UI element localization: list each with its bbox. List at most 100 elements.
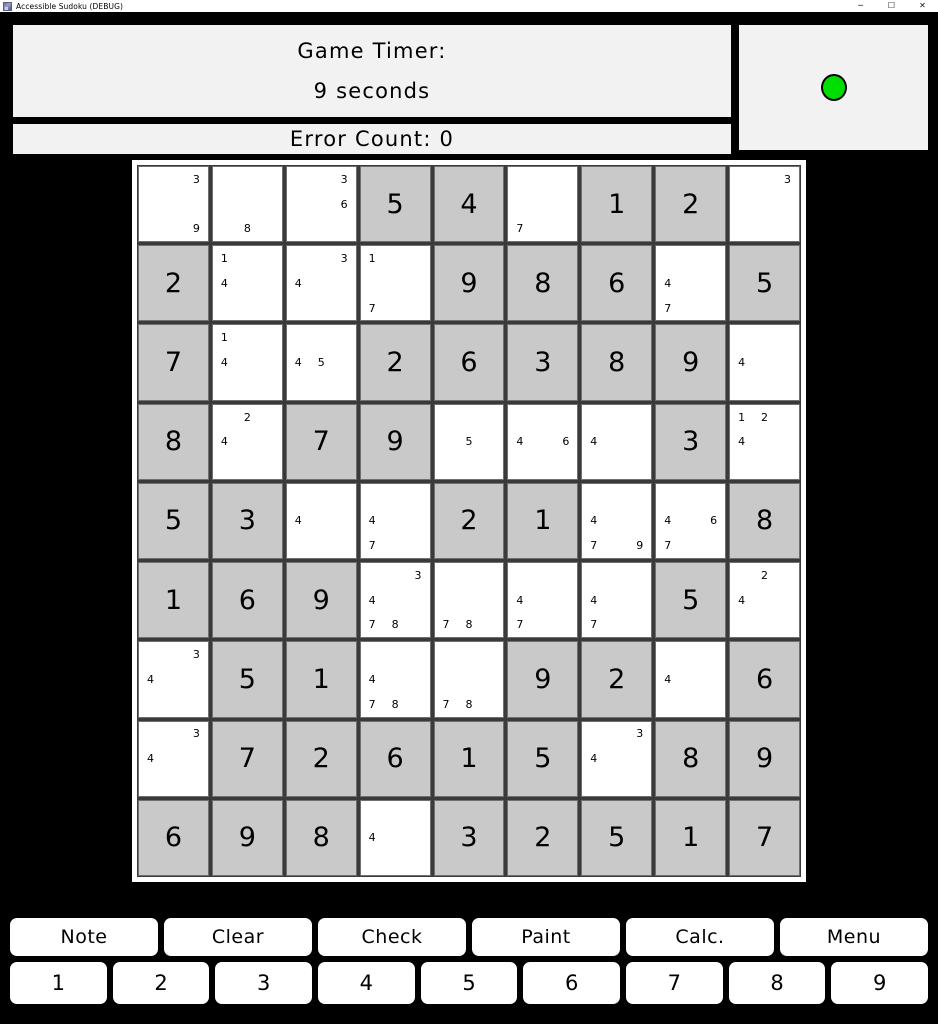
sudoku-cell-r3c1[interactable]: 7 [138, 324, 209, 401]
sudoku-cell-r5c1[interactable]: 5 [138, 482, 209, 560]
sudoku-cell-r4c7[interactable]: 4 [581, 403, 653, 480]
note-7: 7 [516, 222, 524, 236]
sudoku-cell-r7c4[interactable]: 4 7 8 [359, 641, 431, 718]
sudoku-cell-r9c2[interactable]: 9 [211, 799, 283, 876]
sudoku-cell-r5c2[interactable]: 3 [211, 482, 283, 560]
action-button-clear[interactable]: Clear [162, 916, 314, 958]
sudoku-cell-r6c7[interactable]: 47 [581, 562, 653, 639]
sudoku-cell-r4c9[interactable]: 1 2 4 [729, 403, 800, 480]
sudoku-cell-r8c9[interactable]: 9 [729, 720, 800, 797]
sudoku-cell-r4c4[interactable]: 9 [359, 403, 431, 480]
sudoku-cell-r6c9[interactable]: 24 [729, 562, 800, 639]
sudoku-cell-r9c9[interactable]: 7 [729, 799, 800, 876]
sudoku-cell-r2c8[interactable]: 47 [655, 245, 727, 322]
number-button-6[interactable]: 6 [521, 960, 623, 1006]
sudoku-cell-r2c5[interactable]: 9 [433, 245, 505, 322]
sudoku-cell-r9c1[interactable]: 6 [138, 799, 209, 876]
sudoku-cell-r6c6[interactable]: 47 [507, 562, 579, 639]
sudoku-cell-r8c4[interactable]: 6 [359, 720, 431, 797]
sudoku-cell-r7c9[interactable]: 6 [729, 641, 800, 718]
sudoku-cell-r7c1[interactable]: 34 [138, 641, 209, 718]
sudoku-cell-r3c6[interactable]: 3 [507, 324, 579, 401]
sudoku-cell-r6c4[interactable]: 3 4 7 8 [359, 562, 431, 639]
sudoku-cell-r2c7[interactable]: 6 [581, 245, 653, 322]
sudoku-cell-r1c9[interactable]: 3 [729, 166, 800, 243]
sudoku-cell-r5c3[interactable]: 4 [285, 482, 357, 560]
sudoku-cell-r3c4[interactable]: 2 [359, 324, 431, 401]
action-button-note[interactable]: Note [8, 916, 160, 958]
sudoku-cell-r2c2[interactable]: 14 [211, 245, 283, 322]
sudoku-cell-r6c8[interactable]: 5 [655, 562, 727, 639]
sudoku-cell-r7c6[interactable]: 9 [507, 641, 579, 718]
sudoku-cell-r7c3[interactable]: 1 [285, 641, 357, 718]
number-button-2[interactable]: 2 [110, 960, 212, 1006]
sudoku-cell-r1c1[interactable]: 39 [138, 166, 209, 243]
sudoku-cell-r1c4[interactable]: 5 [359, 166, 431, 243]
sudoku-cell-r9c4[interactable]: 4 [359, 799, 431, 876]
number-button-3[interactable]: 3 [213, 960, 315, 1006]
sudoku-cell-r1c3[interactable]: 36 [285, 166, 357, 243]
sudoku-cell-r4c2[interactable]: 24 [211, 403, 283, 480]
sudoku-cell-r4c5[interactable]: 5 [433, 403, 505, 480]
action-button-paint[interactable]: Paint [470, 916, 622, 958]
sudoku-cell-r3c9[interactable]: 4 [729, 324, 800, 401]
number-button-4[interactable]: 4 [316, 960, 417, 1006]
sudoku-cell-r5c5[interactable]: 2 [433, 482, 505, 560]
sudoku-cell-r7c5[interactable]: 78 [433, 641, 505, 718]
sudoku-cell-r4c8[interactable]: 3 [655, 403, 727, 480]
close-button[interactable]: ✕ [907, 0, 938, 12]
sudoku-cell-r1c6[interactable]: 7 [507, 166, 579, 243]
sudoku-cell-r8c2[interactable]: 7 [211, 720, 283, 797]
sudoku-cell-r9c6[interactable]: 2 [507, 799, 579, 876]
number-button-1[interactable]: 1 [8, 960, 109, 1006]
sudoku-cell-r5c6[interactable]: 1 [507, 482, 579, 560]
sudoku-cell-r8c7[interactable]: 34 [581, 720, 653, 797]
sudoku-cell-r6c2[interactable]: 6 [211, 562, 283, 639]
number-button-8[interactable]: 8 [726, 960, 828, 1006]
sudoku-cell-r8c1[interactable]: 34 [138, 720, 209, 797]
sudoku-cell-r2c1[interactable]: 2 [138, 245, 209, 322]
sudoku-cell-r8c3[interactable]: 2 [285, 720, 357, 797]
sudoku-cell-r3c8[interactable]: 9 [655, 324, 727, 401]
number-button-5[interactable]: 5 [418, 960, 520, 1006]
maximize-button[interactable]: ☐ [876, 0, 907, 12]
sudoku-cell-r1c8[interactable]: 2 [655, 166, 727, 243]
sudoku-cell-r2c9[interactable]: 5 [729, 245, 800, 322]
sudoku-cell-r5c7[interactable]: 4 7 9 [581, 482, 653, 560]
sudoku-cell-r9c7[interactable]: 5 [581, 799, 653, 876]
sudoku-cell-r4c1[interactable]: 8 [138, 403, 209, 480]
sudoku-cell-r7c7[interactable]: 2 [581, 641, 653, 718]
action-button-calc[interactable]: Calc. [624, 916, 776, 958]
sudoku-cell-r7c8[interactable]: 4 [655, 641, 727, 718]
sudoku-cell-r8c5[interactable]: 1 [433, 720, 505, 797]
sudoku-cell-r8c6[interactable]: 5 [507, 720, 579, 797]
sudoku-cell-r2c4[interactable]: 17 [359, 245, 431, 322]
number-button-7[interactable]: 7 [624, 960, 725, 1006]
sudoku-cell-r9c5[interactable]: 3 [433, 799, 505, 876]
sudoku-cell-r3c3[interactable]: 45 [285, 324, 357, 401]
sudoku-cell-r3c7[interactable]: 8 [581, 324, 653, 401]
sudoku-cell-r3c2[interactable]: 14 [211, 324, 283, 401]
number-button-9[interactable]: 9 [829, 960, 931, 1006]
sudoku-cell-r2c3[interactable]: 34 [285, 245, 357, 322]
sudoku-cell-r7c2[interactable]: 5 [211, 641, 283, 718]
sudoku-cell-r5c4[interactable]: 47 [359, 482, 431, 560]
sudoku-cell-r5c8[interactable]: 4 6 7 [655, 482, 727, 560]
sudoku-cell-r1c2[interactable]: 8 [211, 166, 283, 243]
sudoku-cell-r9c3[interactable]: 8 [285, 799, 357, 876]
sudoku-cell-r6c1[interactable]: 1 [138, 562, 209, 639]
sudoku-cell-r3c5[interactable]: 6 [433, 324, 505, 401]
sudoku-cell-r5c9[interactable]: 8 [729, 482, 800, 560]
sudoku-cell-r9c8[interactable]: 1 [655, 799, 727, 876]
sudoku-cell-r4c3[interactable]: 7 [285, 403, 357, 480]
sudoku-cell-r6c5[interactable]: 78 [433, 562, 505, 639]
minimize-button[interactable]: ─ [845, 0, 876, 12]
sudoku-cell-r2c6[interactable]: 8 [507, 245, 579, 322]
sudoku-cell-r4c6[interactable]: 46 [507, 403, 579, 480]
sudoku-cell-r1c5[interactable]: 4 [433, 166, 505, 243]
sudoku-cell-r6c3[interactable]: 9 [285, 562, 357, 639]
action-button-menu[interactable]: Menu [778, 916, 930, 958]
action-button-check[interactable]: Check [316, 916, 468, 958]
sudoku-cell-r1c7[interactable]: 1 [581, 166, 653, 243]
sudoku-cell-r8c8[interactable]: 8 [655, 720, 727, 797]
